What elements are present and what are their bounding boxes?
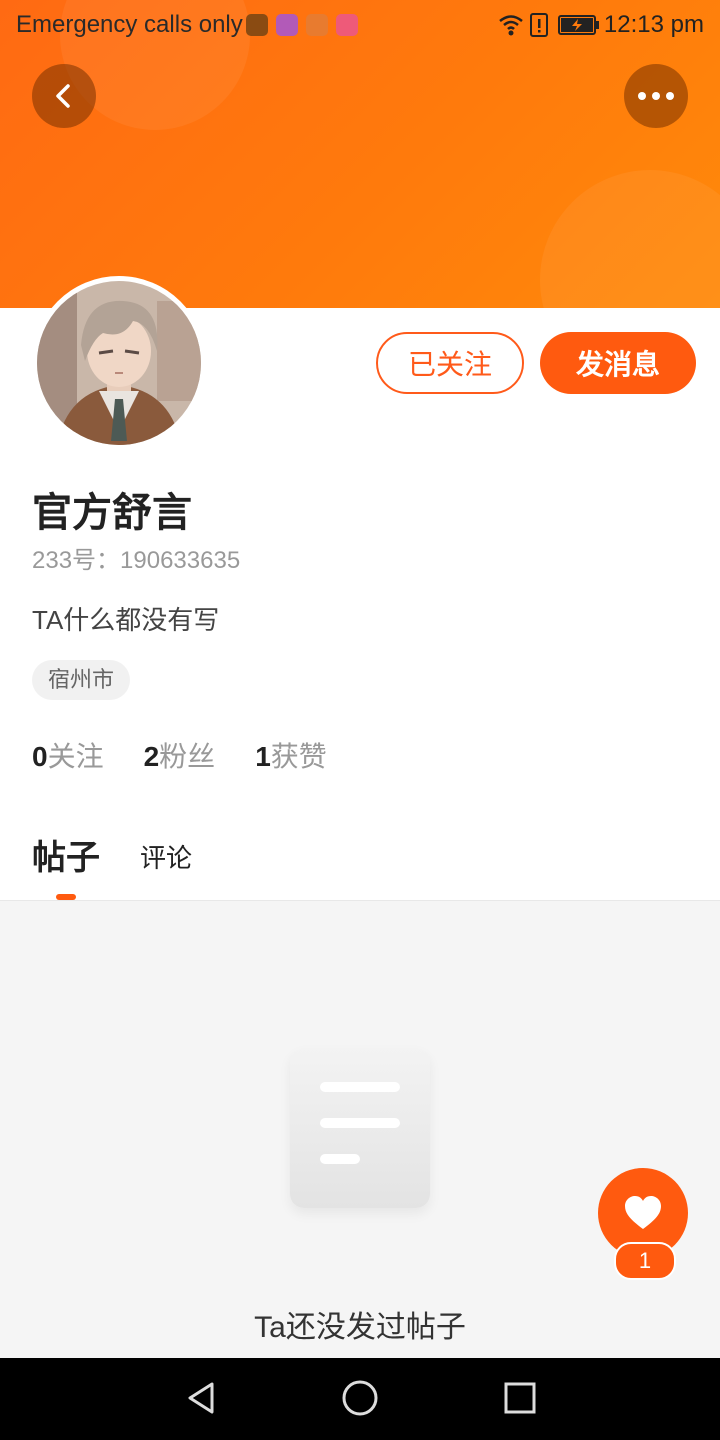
more-options-button[interactable] bbox=[624, 64, 688, 128]
wifi-icon bbox=[499, 15, 523, 36]
app-notification-icon bbox=[306, 14, 328, 36]
profile-name: 官方舒言 bbox=[32, 491, 192, 535]
nav-recents-icon[interactable] bbox=[500, 1378, 540, 1418]
user-id: 233号：190633635 bbox=[32, 547, 241, 574]
nav-home-icon[interactable] bbox=[340, 1378, 380, 1418]
stat-followers[interactable]: 2粉丝 bbox=[144, 735, 216, 775]
nav-back-icon[interactable] bbox=[182, 1378, 222, 1418]
stat-count: 1 bbox=[255, 741, 271, 772]
stat-label: 粉丝 bbox=[159, 741, 216, 772]
heart-icon bbox=[625, 1196, 661, 1229]
avatar-image bbox=[37, 281, 201, 445]
stat-label: 关注 bbox=[47, 741, 104, 772]
back-button[interactable] bbox=[32, 64, 96, 128]
empty-state-text: Ta还没发过帖子 bbox=[254, 1311, 466, 1344]
clock: 12:13 pm bbox=[603, 11, 704, 38]
like-count-badge: 1 bbox=[614, 1242, 676, 1280]
stat-count: 2 bbox=[143, 741, 160, 772]
banner-decoration bbox=[540, 170, 720, 308]
system-navigation-bar bbox=[0, 1358, 720, 1440]
stat-following[interactable]: 0关注 bbox=[32, 735, 104, 775]
more-dots-icon bbox=[638, 92, 674, 100]
tab-posts[interactable]: 帖子 bbox=[32, 830, 100, 879]
tab-comments[interactable]: 评论 bbox=[140, 838, 192, 879]
profile-stats: 0关注 2粉丝 1获赞 bbox=[32, 735, 327, 775]
status-bar: Emergency calls only 12:13 pm bbox=[0, 0, 720, 50]
empty-document-icon bbox=[290, 1048, 430, 1208]
location-tag: 宿州市 bbox=[32, 660, 131, 700]
avatar[interactable] bbox=[32, 276, 206, 450]
profile-bio: TA什么都没有写 bbox=[32, 605, 220, 635]
stat-count: 0 bbox=[32, 741, 48, 772]
app-notification-icon bbox=[276, 14, 298, 36]
battery-charging-icon bbox=[558, 15, 599, 35]
sim-alert-icon bbox=[530, 13, 548, 37]
stat-label: 获赞 bbox=[270, 741, 327, 772]
app-notification-icon bbox=[336, 14, 358, 36]
carrier-text: Emergency calls only bbox=[16, 11, 243, 38]
chevron-left-icon bbox=[56, 84, 70, 108]
stat-likes[interactable]: 1获赞 bbox=[255, 735, 327, 775]
app-notification-icon bbox=[246, 14, 268, 36]
content-tabs: 帖子 评论 bbox=[32, 830, 192, 879]
followed-button[interactable]: 已关注 bbox=[376, 332, 524, 394]
send-message-button[interactable]: 发消息 bbox=[540, 332, 696, 394]
